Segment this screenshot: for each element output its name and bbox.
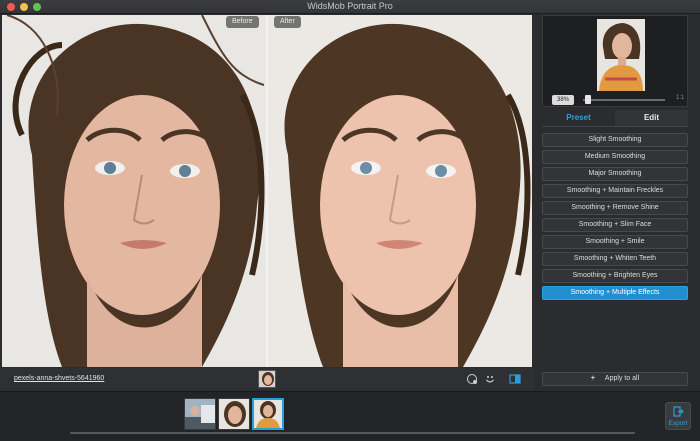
photo-preview: Before After bbox=[2, 15, 532, 367]
filmstrip-thumbnail-selected[interactable] bbox=[252, 398, 284, 430]
preset-button[interactable]: Smoothing + Maintain Freckles bbox=[542, 184, 688, 198]
before-label: Before bbox=[226, 16, 259, 28]
preset-button-selected[interactable]: Smoothing + Multiple Effects bbox=[542, 286, 688, 300]
zoom-slider-handle[interactable] bbox=[585, 95, 591, 104]
zoom-slider-track[interactable] bbox=[583, 99, 665, 101]
title-bar: WidsMob Portrait Pro bbox=[0, 0, 700, 14]
navigator-thumbnail[interactable] bbox=[597, 19, 645, 91]
image-info-bar: pexels-anna-shvets-5641960 bbox=[0, 368, 534, 390]
preset-button[interactable]: Smoothing + Slim Face bbox=[542, 218, 688, 232]
preset-button[interactable]: Smoothing + Smile bbox=[542, 235, 688, 249]
window-title: WidsMob Portrait Pro bbox=[307, 1, 393, 11]
smile-icon[interactable] bbox=[484, 373, 496, 385]
compare-view-icon[interactable] bbox=[509, 373, 521, 385]
tab-preset[interactable]: Preset bbox=[542, 110, 615, 126]
preset-button[interactable]: Smoothing + Whiten Teeth bbox=[542, 252, 688, 266]
before-pane: Before bbox=[2, 15, 266, 367]
tab-divider bbox=[542, 126, 688, 127]
tab-edit[interactable]: Edit bbox=[615, 110, 688, 126]
preset-button[interactable]: Smoothing + Brighten Eyes bbox=[542, 269, 688, 283]
preset-button[interactable]: Medium Smoothing bbox=[542, 150, 688, 164]
preset-button[interactable]: Slight Smoothing bbox=[542, 133, 688, 147]
after-portrait-image bbox=[268, 15, 532, 367]
apply-to-all-button[interactable]: + Apply to all bbox=[542, 372, 688, 386]
actual-size-button[interactable]: 1:1 bbox=[676, 95, 684, 101]
preset-button[interactable]: Smoothing + Remove Shine bbox=[542, 201, 688, 215]
panel-tabs: Preset Edit bbox=[542, 110, 688, 126]
after-label: After bbox=[274, 16, 301, 28]
face-detect-icon[interactable] bbox=[466, 373, 478, 385]
navigator: 38% 1:1 bbox=[542, 15, 688, 107]
image-filename-link[interactable]: pexels-anna-shvets-5641960 bbox=[14, 375, 104, 382]
export-button[interactable]: Export bbox=[665, 402, 691, 430]
plus-icon: + bbox=[590, 375, 595, 382]
export-icon bbox=[673, 406, 684, 417]
filmstrip: Export bbox=[0, 391, 700, 441]
right-panel: 38% 1:1 Preset Edit Slight Smoothing Med… bbox=[536, 15, 700, 391]
filmstrip-scrollbar[interactable] bbox=[70, 432, 635, 434]
face-thumbnail[interactable] bbox=[258, 370, 276, 388]
after-pane: After bbox=[268, 15, 532, 367]
filmstrip-thumbnail[interactable] bbox=[184, 398, 216, 430]
preset-button[interactable]: Major Smoothing bbox=[542, 167, 688, 181]
before-portrait-image bbox=[2, 15, 266, 367]
export-label: Export bbox=[668, 420, 688, 427]
filmstrip-thumbnail[interactable] bbox=[218, 398, 250, 430]
apply-to-all-label: Apply to all bbox=[604, 375, 640, 382]
zoom-level-field[interactable]: 38% bbox=[552, 95, 574, 105]
